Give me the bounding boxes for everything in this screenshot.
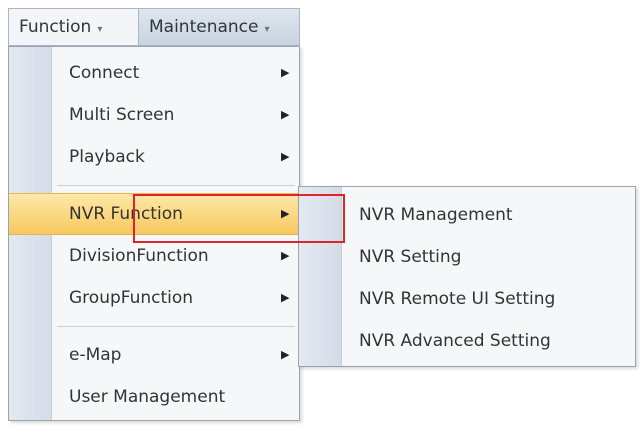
menu-function[interactable]: Function ▾ [9, 9, 139, 45]
menu-separator [57, 185, 295, 186]
menu-item-label: Multi Screen [69, 105, 175, 125]
menu-function-label: Function [19, 17, 92, 37]
chevron-right-icon: ▶ [281, 66, 290, 79]
chevron-right-icon: ▶ [281, 150, 290, 163]
submenu-item-label: NVR Management [359, 205, 513, 225]
chevron-right-icon: ▶ [281, 348, 290, 361]
submenu-item-label: NVR Remote UI Setting [359, 289, 556, 309]
menu-maintenance-label: Maintenance [149, 17, 259, 37]
submenu-item-nvr-management[interactable]: NVR Management [299, 195, 635, 235]
menu-item-label: User Management [69, 387, 226, 407]
menu-item-e-map[interactable]: e-Map ▶ [9, 335, 299, 375]
menu-item-user-management[interactable]: User Management [9, 377, 299, 417]
nvr-function-submenu: NVR Management NVR Setting NVR Remote UI… [298, 186, 636, 367]
menu-bar: Function ▾ Maintenance ▾ [8, 8, 300, 46]
menu-item-group-function[interactable]: GroupFunction ▶ [9, 278, 299, 318]
menu-item-playback[interactable]: Playback ▶ [9, 137, 299, 177]
menu-separator [57, 326, 295, 327]
submenu-item-label: NVR Setting [359, 247, 462, 267]
chevron-down-icon: ▾ [97, 24, 103, 35]
submenu-item-nvr-setting[interactable]: NVR Setting [299, 237, 635, 277]
highlight-annotation-box [133, 194, 345, 243]
menu-item-label: Playback [69, 147, 145, 167]
submenu-item-nvr-advanced-setting[interactable]: NVR Advanced Setting [299, 321, 635, 361]
chevron-right-icon: ▶ [281, 108, 290, 121]
menu-item-connect[interactable]: Connect ▶ [9, 53, 299, 93]
chevron-down-icon: ▾ [264, 24, 270, 35]
menu-item-label: e-Map [69, 345, 122, 365]
submenu-item-label: NVR Advanced Setting [359, 331, 551, 351]
menu-item-label: Connect [69, 63, 140, 83]
chevron-right-icon: ▶ [281, 291, 290, 304]
menu-maintenance[interactable]: Maintenance ▾ [149, 9, 299, 45]
menu-item-multi-screen[interactable]: Multi Screen ▶ [9, 95, 299, 135]
menu-item-label: GroupFunction [69, 288, 194, 308]
submenu-item-nvr-remote-ui-setting[interactable]: NVR Remote UI Setting [299, 279, 635, 319]
